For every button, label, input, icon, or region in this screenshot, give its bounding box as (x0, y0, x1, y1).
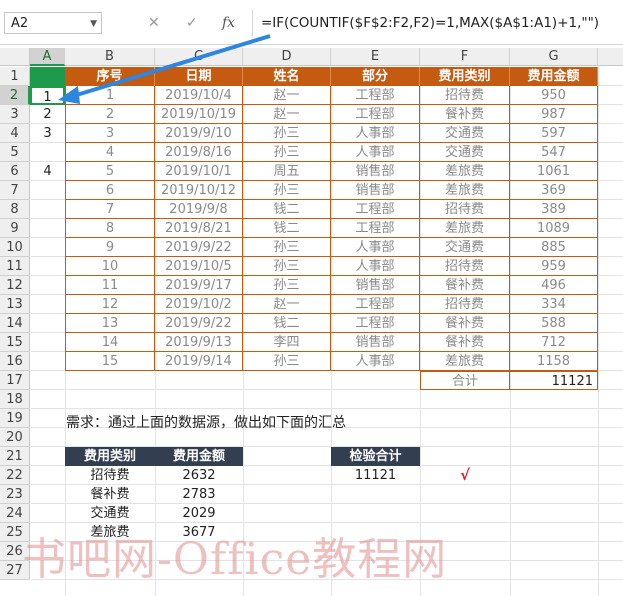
arrow-line (69, 34, 271, 99)
arrow-annotation (58, 34, 271, 104)
arrow-head (58, 86, 80, 104)
